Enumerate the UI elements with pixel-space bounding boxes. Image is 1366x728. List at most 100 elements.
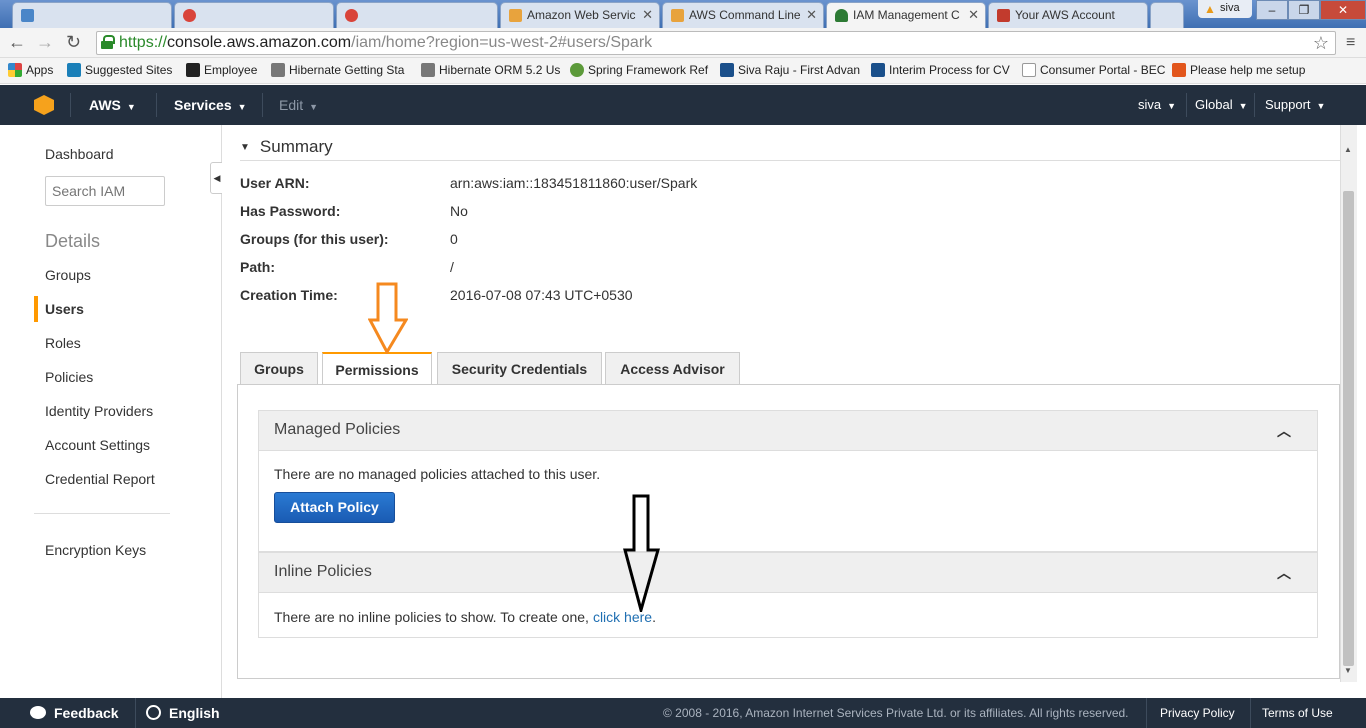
bookmark-star-icon[interactable]: ☆ bbox=[1313, 33, 1329, 54]
close-icon[interactable]: ✕ bbox=[968, 7, 979, 23]
region-menu[interactable]: Global ▼ bbox=[1195, 97, 1248, 112]
managed-policies-header[interactable]: Managed Policies ︿ bbox=[259, 411, 1317, 451]
chevron-down-icon: ▼ bbox=[126, 102, 136, 112]
sidebar-item-groups[interactable]: Groups bbox=[45, 267, 91, 283]
reload-icon[interactable]: ↻ bbox=[66, 32, 81, 53]
scroll-up-arrow-icon[interactable]: ▲ bbox=[1344, 145, 1352, 154]
tab-access-advisor[interactable]: Access Advisor bbox=[605, 352, 740, 385]
tab-permissions[interactable]: Permissions bbox=[322, 352, 432, 386]
managed-policies-title: Managed Policies bbox=[274, 421, 401, 438]
browser-tab-amazon-web-services[interactable]: Amazon Web Servic ✕ bbox=[500, 2, 660, 28]
chevron-up-icon[interactable]: ︿ bbox=[1277, 563, 1291, 583]
groups-count-value: 0 bbox=[450, 231, 458, 247]
bookmark-hibernate-getting-started[interactable]: Hibernate Getting Sta bbox=[271, 63, 404, 77]
edit-menu-label: Edit bbox=[279, 97, 304, 113]
browser-tab-label: AWS Command Line bbox=[689, 8, 801, 22]
aws-cube-icon[interactable] bbox=[34, 95, 54, 115]
tab-groups[interactable]: Groups bbox=[240, 352, 318, 385]
bookmark-consumer-portal[interactable]: Consumer Portal - BEC bbox=[1022, 63, 1165, 77]
bookmark-please-help[interactable]: Please help me setup bbox=[1172, 63, 1305, 77]
inline-policies-header[interactable]: Inline Policies ︿ bbox=[259, 553, 1317, 593]
language-selector[interactable]: English bbox=[146, 705, 220, 721]
sidebar-item-credential-report[interactable]: Credential Report bbox=[45, 471, 155, 487]
orange-annotation-arrow bbox=[368, 282, 408, 354]
sidebar-item-encryption-keys[interactable]: Encryption Keys bbox=[45, 542, 146, 558]
user-menu[interactable]: siva ▼ bbox=[1138, 97, 1176, 112]
feedback-button[interactable]: Feedback bbox=[30, 705, 119, 721]
bookmark-spring-framework[interactable]: Spring Framework Ref bbox=[570, 63, 708, 77]
has-password-value: No bbox=[450, 203, 468, 219]
browser-tab-aws-account[interactable]: Your AWS Account bbox=[988, 2, 1148, 28]
browser-menu-icon[interactable]: ≡ bbox=[1346, 34, 1355, 52]
browser-toolbar: ← → ↻ https://console.aws.amazon.com/iam… bbox=[0, 28, 1366, 58]
sidebar-heading-details: Details bbox=[45, 231, 101, 251]
chevron-up-icon[interactable]: ︿ bbox=[1277, 421, 1291, 441]
close-icon[interactable]: ✕ bbox=[806, 7, 817, 23]
aws-menu[interactable]: AWS ▼ bbox=[89, 97, 136, 113]
minimize-button[interactable]: – bbox=[1256, 0, 1288, 20]
bookmark-siva-raju[interactable]: Siva Raju - First Advan bbox=[720, 63, 860, 77]
caret-left-icon: ◀ bbox=[213, 173, 221, 183]
chevron-down-icon: ▼ bbox=[1316, 101, 1326, 111]
browser-tab-iam[interactable]: IAM Management C ✕ bbox=[826, 2, 986, 28]
bookmark-suggested-sites[interactable]: Suggested Sites bbox=[67, 63, 172, 77]
sidebar-item-dashboard[interactable]: Dashboard bbox=[45, 146, 114, 162]
header-divider bbox=[1186, 93, 1187, 117]
bookmark-label: Consumer Portal - BEC bbox=[1040, 63, 1166, 77]
sidebar-item-policies[interactable]: Policies bbox=[45, 369, 93, 385]
browser-tab-2[interactable] bbox=[174, 2, 334, 28]
aws-box-icon bbox=[671, 9, 684, 22]
back-arrow-icon[interactable]: ← bbox=[8, 32, 26, 53]
console-footer: Feedback English © 2008 - 2016, Amazon I… bbox=[0, 698, 1366, 728]
bookmark-apps[interactable]: Apps bbox=[8, 63, 53, 77]
close-icon[interactable]: ✕ bbox=[642, 7, 653, 23]
browser-tab-3[interactable] bbox=[336, 2, 498, 28]
inline-policies-message-line: There are no inline policies to show. To… bbox=[274, 609, 656, 625]
new-tab-button[interactable] bbox=[1150, 2, 1184, 28]
sidebar-item-roles[interactable]: Roles bbox=[45, 335, 81, 351]
header-divider bbox=[262, 93, 263, 117]
page-scrollbar[interactable]: ▲ ▼ bbox=[1340, 125, 1357, 682]
bookmark-label: Hibernate ORM 5.2 Us bbox=[439, 63, 561, 77]
managed-policies-section: Managed Policies ︿ There are no managed … bbox=[258, 410, 1318, 552]
bookmark-label: Siva Raju - First Advan bbox=[738, 63, 861, 77]
chevron-down-icon: ▼ bbox=[1238, 101, 1248, 111]
gmail-icon bbox=[997, 9, 1010, 22]
forward-arrow-icon[interactable]: → bbox=[36, 32, 54, 53]
terms-of-use-link[interactable]: Terms of Use bbox=[1262, 706, 1333, 720]
bookmark-hibernate-orm[interactable]: Hibernate ORM 5.2 Us bbox=[421, 63, 560, 77]
copyright-text: © 2008 - 2016, Amazon Internet Services … bbox=[663, 706, 1129, 720]
privacy-policy-link[interactable]: Privacy Policy bbox=[1160, 706, 1235, 720]
url-scheme: https:// bbox=[119, 34, 168, 51]
figure-icon bbox=[720, 63, 734, 77]
page-icon bbox=[345, 9, 358, 22]
tab-security-credentials[interactable]: Security Credentials bbox=[437, 352, 602, 385]
language-label: English bbox=[169, 705, 220, 721]
restore-button[interactable]: ❐ bbox=[1288, 0, 1320, 20]
profile-badge[interactable]: ▲ siva bbox=[1198, 0, 1252, 18]
scroll-down-arrow-icon[interactable]: ▼ bbox=[1344, 666, 1352, 675]
bookmark-employee[interactable]: Employee bbox=[186, 63, 257, 77]
edit-menu[interactable]: Edit ▼ bbox=[279, 97, 318, 113]
black-annotation-arrow bbox=[623, 494, 660, 612]
bookmark-label: Interim Process for CV bbox=[889, 63, 1010, 77]
sidebar-item-account-settings[interactable]: Account Settings bbox=[45, 437, 150, 453]
sidebar-item-users[interactable]: Users bbox=[45, 301, 84, 317]
attach-policy-button[interactable]: Attach Policy bbox=[274, 492, 395, 523]
browser-tab-label: Your AWS Account bbox=[1015, 8, 1115, 22]
window-close-button[interactable]: ✕ bbox=[1320, 0, 1366, 20]
scrollbar-thumb[interactable] bbox=[1343, 191, 1354, 666]
services-menu[interactable]: Services ▼ bbox=[174, 97, 247, 113]
sidebar-item-identity-providers[interactable]: Identity Providers bbox=[45, 403, 153, 419]
creation-time-label: Creation Time: bbox=[240, 287, 338, 303]
employee-site-icon bbox=[186, 63, 200, 77]
summary-section-header[interactable]: ▼ Summary bbox=[240, 137, 1340, 161]
browser-tab-1[interactable] bbox=[12, 2, 172, 28]
search-iam-input[interactable] bbox=[45, 176, 165, 206]
browser-tab-aws-cli[interactable]: AWS Command Line ✕ bbox=[662, 2, 824, 28]
support-menu[interactable]: Support ▼ bbox=[1265, 97, 1325, 112]
url-path: /iam/home?region=us-west-2#users/Spark bbox=[351, 34, 653, 51]
bookmark-interim-process[interactable]: Interim Process for CV bbox=[871, 63, 1010, 77]
address-bar[interactable]: https://console.aws.amazon.com/iam/home?… bbox=[96, 31, 1336, 55]
jboss-icon bbox=[271, 63, 285, 77]
